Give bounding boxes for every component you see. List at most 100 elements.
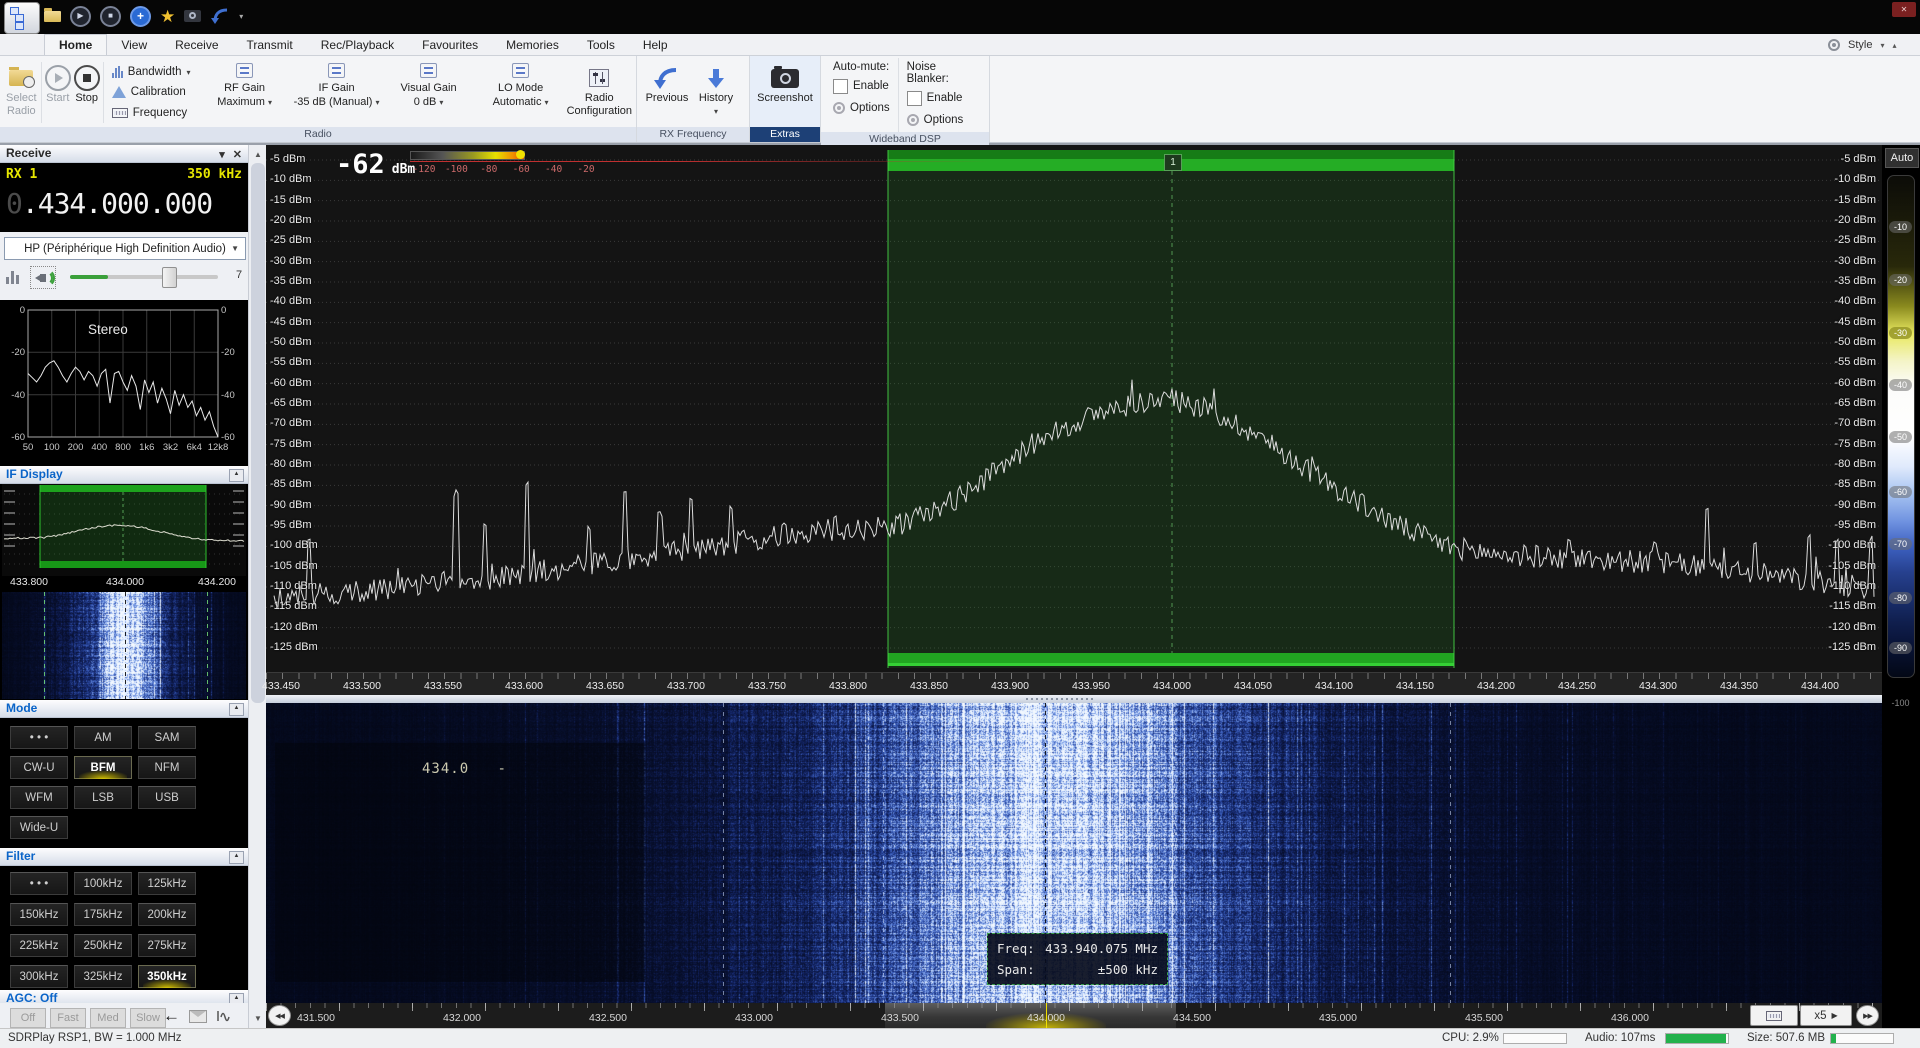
panel-close-icon[interactable]: ✕ — [233, 147, 242, 164]
app-menu-button[interactable] — [4, 2, 40, 34]
automute-enable-checkbox[interactable]: Enable — [833, 77, 890, 95]
frequency-value[interactable]: 0.434.000.000 — [6, 187, 212, 220]
nav-scroll-left-button[interactable]: ◀◀ — [268, 1005, 291, 1026]
history-button[interactable]: History ▾ — [693, 58, 739, 127]
checkbox-icon[interactable] — [907, 91, 922, 106]
collapse-icon[interactable]: ▲ — [229, 469, 244, 482]
tab-receive[interactable]: Receive — [161, 34, 232, 55]
mode-button-bfm[interactable]: BFM — [74, 756, 132, 779]
filter-button-300khz[interactable]: 300kHz — [10, 965, 68, 988]
agc-button-off[interactable]: Off — [10, 1008, 46, 1028]
mode-button-dots[interactable]: • • • — [10, 726, 68, 749]
back-arrow-icon[interactable]: ← — [163, 1007, 180, 1025]
scroll-down-icon[interactable]: ▼ — [249, 1011, 267, 1026]
radio-configuration-button[interactable]: Radio Configuration — [567, 58, 632, 127]
select-radio-button[interactable]: Select Radio — [4, 58, 39, 127]
noise-blanker-enable-checkbox[interactable]: Enable — [907, 89, 977, 107]
agc-button-fast[interactable]: Fast — [50, 1008, 86, 1028]
spectrum-display[interactable]: -5 dBm-10 dBm-15 dBm-20 dBm-25 dBm-30 dB… — [266, 145, 1882, 1028]
mode-button-wide-u[interactable]: Wide-U — [10, 816, 68, 839]
filter-button-350khz[interactable]: 350kHz — [138, 965, 196, 988]
scrollbar-thumb[interactable] — [251, 163, 265, 703]
visual-gain-button[interactable]: Visual Gain0 dB ▾ — [383, 58, 475, 127]
mode-button-usb[interactable]: USB — [138, 786, 196, 809]
frequency-button[interactable]: Frequency — [112, 103, 193, 122]
undo-icon[interactable] — [210, 7, 230, 25]
favourite-icon[interactable]: ★ — [160, 8, 175, 25]
mode-button-nfm[interactable]: NFM — [138, 756, 196, 779]
play-icon[interactable]: ▶ — [70, 6, 91, 27]
tab-rec-playback[interactable]: Rec/Playback — [307, 34, 408, 55]
panel-menu-caret-icon[interactable]: ▾ — [219, 147, 225, 164]
tab-home[interactable]: Home — [44, 34, 107, 55]
agc-button-slow[interactable]: Slow — [130, 1008, 166, 1028]
filter-button-125khz[interactable]: 125kHz — [138, 872, 196, 895]
collapse-icon[interactable]: ▲ — [229, 851, 244, 864]
panel-scrollbar[interactable]: ▲ ▼ — [248, 145, 266, 1028]
camera-icon[interactable] — [184, 10, 201, 22]
mode-button-am[interactable]: AM — [74, 726, 132, 749]
checkbox-icon[interactable] — [833, 79, 848, 94]
frequency-display[interactable]: RX 1 350 kHz 0.434.000.000 — [0, 163, 248, 232]
filter-button-325khz[interactable]: 325kHz — [74, 965, 132, 988]
tab-transmit[interactable]: Transmit — [233, 34, 307, 55]
style-selector[interactable]: Style — [1848, 39, 1872, 51]
equalizer-icon[interactable] — [6, 270, 19, 284]
pane-divider[interactable] — [266, 695, 1882, 703]
mode-button-cw-u[interactable]: CW-U — [10, 756, 68, 779]
calibration-button[interactable]: Calibration — [112, 83, 193, 102]
mode-button-lsb[interactable]: LSB — [74, 786, 132, 809]
nav-scroll-right-button[interactable]: ▶▶ — [1856, 1005, 1879, 1026]
waveform-icon[interactable] — [216, 1009, 232, 1023]
spectrum-frequency-axis[interactable]: 433.450433.500433.550433.600433.650433.7… — [266, 672, 1882, 696]
lo-mode-button[interactable]: LO ModeAutomatic ▾ — [475, 58, 567, 127]
divider-grip-icon[interactable] — [1026, 698, 1096, 700]
rf-spectrum-plot[interactable] — [266, 145, 1882, 672]
tab-tools[interactable]: Tools — [573, 34, 629, 55]
stop-button[interactable]: Stop — [72, 58, 101, 127]
screenshot-button[interactable]: Screenshot — [754, 58, 816, 127]
open-icon[interactable] — [44, 11, 61, 22]
quick-access-caret-icon[interactable]: ▾ — [239, 12, 243, 21]
if-waterfall[interactable] — [2, 592, 246, 699]
waterfall-nav-bar[interactable]: 431.500432.000432.500433.000433.500434.0… — [266, 1003, 1882, 1028]
bandwidth-button[interactable]: Bandwidth▾ — [112, 63, 193, 82]
ribbon-collapse-icon[interactable]: ▴ — [1892, 41, 1896, 50]
mode-button-wfm[interactable]: WFM — [10, 786, 68, 809]
memory-icon[interactable] — [189, 1010, 207, 1023]
collapse-icon[interactable]: ▲ — [229, 703, 244, 716]
filter-button-150khz[interactable]: 150kHz — [10, 903, 68, 926]
filter-button-100khz[interactable]: 100kHz — [74, 872, 132, 895]
automute-options-button[interactable]: Options — [833, 99, 890, 117]
settings-gear-icon[interactable] — [1828, 39, 1840, 51]
nav-zoom-button[interactable]: x5▶ — [1800, 1005, 1852, 1026]
tab-favourites[interactable]: Favourites — [408, 34, 492, 55]
mode-button-sam[interactable]: SAM — [138, 726, 196, 749]
tab-view[interactable]: View — [107, 34, 161, 55]
if-display[interactable] — [2, 484, 246, 576]
filter-button-200khz[interactable]: 200kHz — [138, 903, 196, 926]
volume-slider-handle[interactable] — [162, 267, 177, 288]
start-button[interactable]: Start — [43, 58, 72, 127]
scroll-up-icon[interactable]: ▲ — [249, 147, 267, 162]
noise-blanker-options-button[interactable]: Options — [907, 111, 977, 129]
if-gain-button[interactable]: IF Gain-35 dB (Manual) ▾ — [291, 58, 383, 127]
stop-icon[interactable]: ■ — [100, 6, 121, 27]
speaker-mute-toggle[interactable] — [30, 266, 56, 289]
style-caret-icon[interactable]: ▾ — [1880, 41, 1884, 50]
filter-button-175khz[interactable]: 175kHz — [74, 903, 132, 926]
filter-button-dots[interactable]: • • • — [10, 872, 68, 895]
tab-help[interactable]: Help — [629, 34, 682, 55]
close-button[interactable]: ✕ — [1892, 2, 1916, 17]
rx-marker-tab[interactable]: 1 — [1164, 154, 1182, 171]
colorbar-auto-button[interactable]: Auto — [1885, 148, 1919, 168]
tab-memories[interactable]: Memories — [492, 34, 573, 55]
filter-button-275khz[interactable]: 275kHz — [138, 934, 196, 957]
filter-button-225khz[interactable]: 225kHz — [10, 934, 68, 957]
agc-button-med[interactable]: Med — [90, 1008, 126, 1028]
filter-button-250khz[interactable]: 250kHz — [74, 934, 132, 957]
rf-gain-button[interactable]: RF GainMaximum ▾ — [199, 58, 291, 127]
add-icon[interactable]: + — [130, 6, 151, 27]
nav-keyboard-button[interactable] — [1750, 1005, 1798, 1026]
audio-device-dropdown[interactable]: HP (Périphérique High Definition Audio)▼ — [4, 237, 246, 260]
